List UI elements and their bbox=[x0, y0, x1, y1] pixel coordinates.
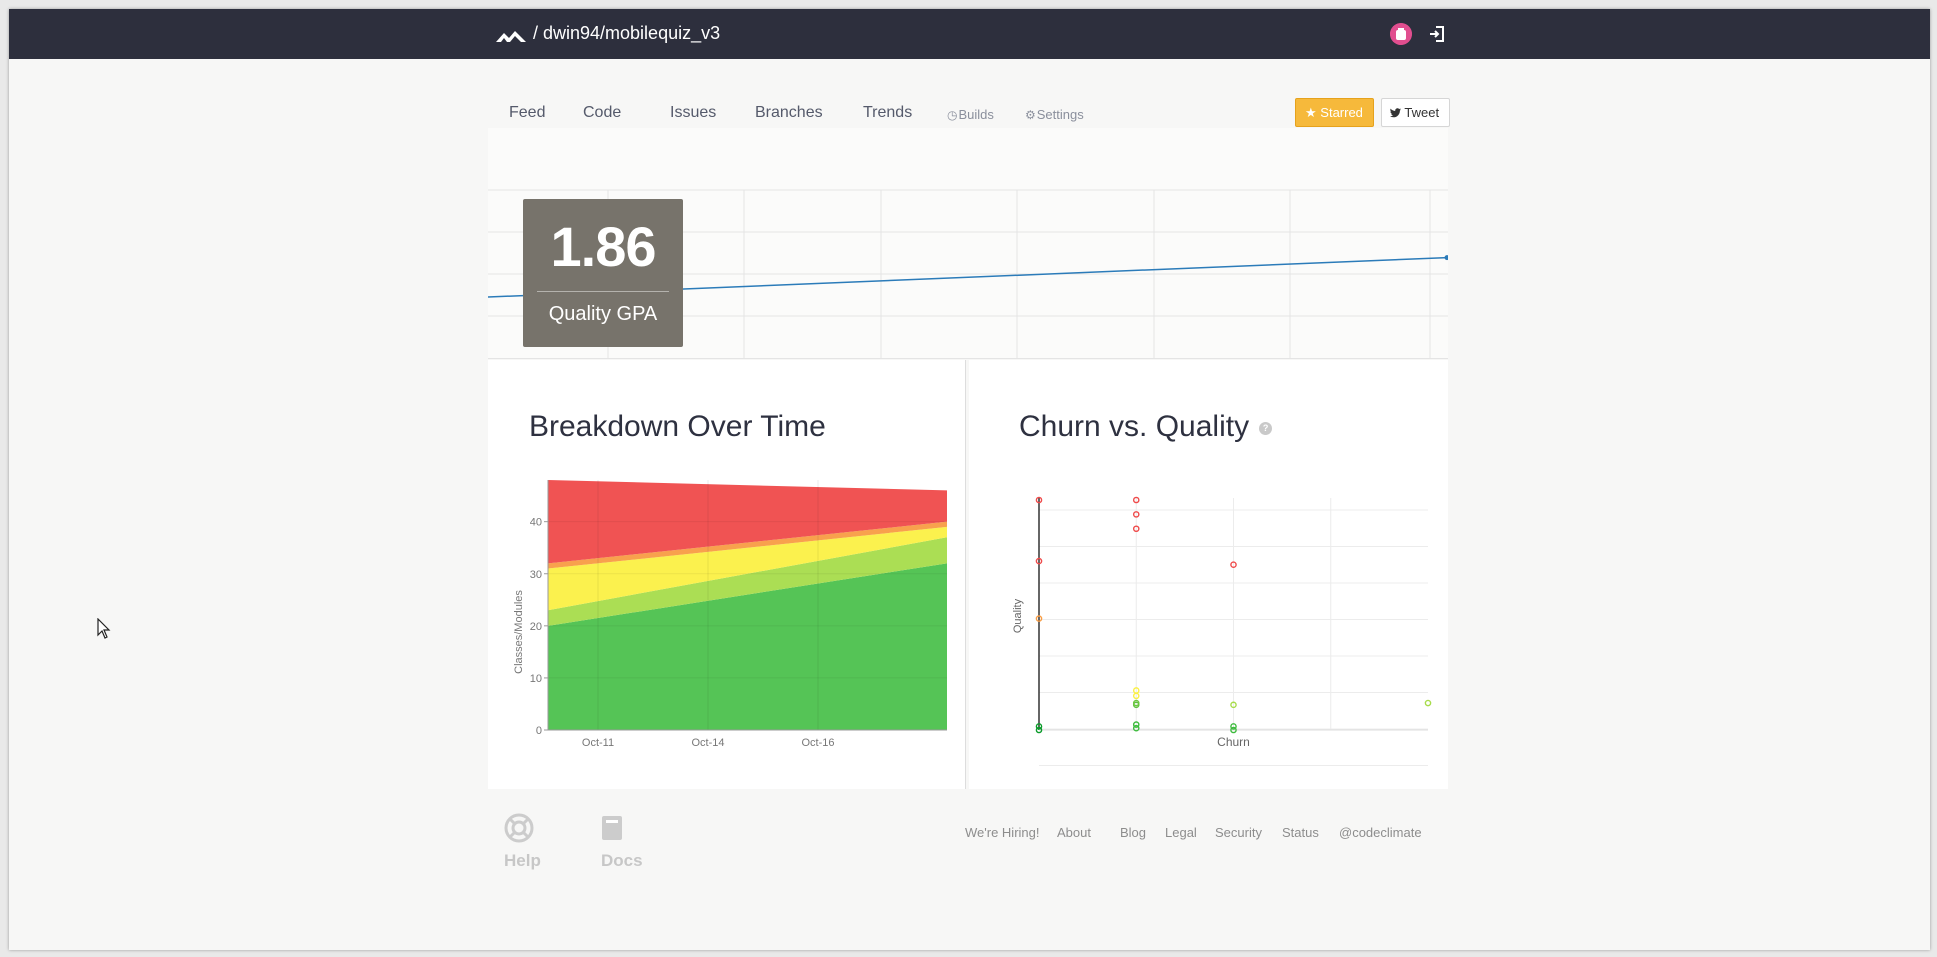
x-axis-label: Churn bbox=[1217, 735, 1250, 749]
data-point bbox=[1424, 699, 1432, 707]
twitter-icon bbox=[1390, 108, 1401, 118]
docs-link[interactable]: Docs bbox=[601, 813, 643, 877]
footer-link-security[interactable]: Security bbox=[1215, 825, 1262, 840]
help-label: Help bbox=[504, 851, 541, 870]
tab-trends[interactable]: Trends bbox=[863, 103, 912, 123]
footer-link-about[interactable]: About bbox=[1057, 825, 1091, 840]
avatar[interactable] bbox=[1390, 23, 1412, 45]
footer-link-blog[interactable]: Blog bbox=[1120, 825, 1146, 840]
tab-builds-label: Builds bbox=[958, 107, 994, 122]
tweet-button[interactable]: Tweet bbox=[1381, 98, 1450, 127]
tab-code[interactable]: Code bbox=[583, 103, 621, 123]
footer-link-status[interactable]: Status bbox=[1282, 825, 1319, 840]
x-tick-label: Oct-11 bbox=[582, 737, 614, 749]
clock-icon: ◷ bbox=[947, 108, 958, 122]
y-axis-label: Quality bbox=[1012, 598, 1024, 633]
y-tick-label: 20 bbox=[530, 621, 542, 633]
gpa-summary: 1.86 Quality GPA bbox=[523, 199, 683, 347]
y-axis-label: Classes/Modules bbox=[513, 590, 525, 674]
user-avatar-icon bbox=[1390, 23, 1412, 45]
y-tick-label: 0 bbox=[536, 725, 542, 737]
y-tick-label: 10 bbox=[530, 673, 542, 685]
help-link[interactable]: Help bbox=[504, 813, 541, 877]
starred-label: Starred bbox=[1320, 105, 1363, 120]
x-tick-label: Oct-14 bbox=[691, 737, 724, 749]
tab-issues[interactable]: Issues bbox=[670, 103, 716, 123]
tweet-label: Tweet bbox=[1404, 105, 1440, 120]
footer-link-legal[interactable]: Legal bbox=[1165, 825, 1197, 840]
repo-path[interactable]: / dwin94/mobilequiz_v3 bbox=[533, 22, 720, 44]
gpa-value: 1.86 bbox=[550, 215, 657, 278]
tab-builds[interactable]: ◷Builds bbox=[947, 105, 994, 125]
breakdown-chart: 0 10 20 30 40 Oct-11 Oct-14 Oct-16 Classes/Modul… bbox=[513, 480, 947, 749]
mouse-cursor-icon bbox=[97, 618, 111, 639]
footer-link-hiring[interactable]: We're Hiring! bbox=[965, 825, 1039, 840]
book-icon bbox=[602, 816, 622, 840]
lifebuoy-icon bbox=[504, 813, 534, 843]
gpa-divider bbox=[537, 291, 669, 292]
docs-label: Docs bbox=[601, 851, 643, 870]
y-tick-label: 30 bbox=[530, 569, 542, 581]
starred-button[interactable]: ★ Starred bbox=[1295, 98, 1374, 127]
app-window: / dwin94/mobilequiz_v3 Feed Code Issues … bbox=[9, 9, 1930, 950]
sign-out-icon[interactable] bbox=[1427, 24, 1447, 44]
code-climate-logo-icon[interactable] bbox=[495, 23, 527, 45]
breakdown-panel: Breakdown Over Time 0 10 20 30 40 Oct-11 Oct-1… bbox=[488, 360, 966, 789]
y-tick-label: 40 bbox=[530, 517, 542, 529]
churn-panel: Churn vs. Quality? Churn Quality bbox=[969, 360, 1448, 789]
tab-branches[interactable]: Branches bbox=[755, 103, 823, 123]
footer-link-twitter[interactable]: @codeclimate bbox=[1339, 825, 1422, 840]
gpa-label: Quality GPA bbox=[548, 303, 658, 325]
tab-feed[interactable]: Feed bbox=[509, 103, 545, 123]
gpa-trend-point bbox=[1444, 255, 1448, 261]
gear-icon: ⚙ bbox=[1025, 108, 1036, 122]
tab-settings[interactable]: ⚙Settings bbox=[1025, 105, 1084, 125]
top-bar: / dwin94/mobilequiz_v3 bbox=[9, 9, 1930, 59]
star-icon: ★ bbox=[1305, 105, 1317, 120]
x-tick-label: Oct-16 bbox=[801, 737, 834, 749]
churn-chart: Churn Quality bbox=[1012, 496, 1432, 766]
tab-settings-label: Settings bbox=[1036, 107, 1084, 122]
